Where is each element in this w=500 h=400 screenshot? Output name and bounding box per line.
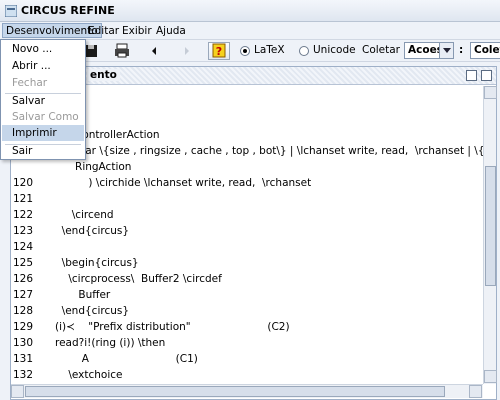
- window-title: CIRCUS REFINE: [21, 4, 115, 17]
- menu-ajuda[interactable]: Ajuda: [153, 24, 189, 39]
- code-line: 130 read?i!(ring (i)) \then: [13, 337, 166, 349]
- code-line: 123 \end{circus}: [13, 225, 130, 237]
- menu-exibir[interactable]: Exibir: [119, 24, 155, 39]
- help-question-icon: ?: [212, 43, 226, 58]
- horizontal-scrollbar[interactable]: [11, 384, 483, 398]
- menu-item-salvar[interactable]: Salvar: [2, 93, 84, 109]
- svg-text:?: ?: [216, 45, 222, 58]
- code-line: 132 \extchoice: [13, 369, 123, 381]
- menu-editar[interactable]: Editar: [85, 24, 122, 39]
- code-line: 133 B: [11, 373, 31, 384]
- code-line: 126 \circprocess\ Buffer2 \circdef: [13, 273, 222, 285]
- vertical-scrollbar[interactable]: [483, 86, 497, 384]
- back-toolbar-button[interactable]: [144, 42, 166, 60]
- help-toolbar-button[interactable]: ?: [208, 42, 230, 60]
- chevron-down-icon[interactable]: [439, 43, 453, 58]
- code-line: 122 \circend: [13, 209, 114, 221]
- acoes-combo[interactable]: Acoes: [404, 42, 454, 59]
- unicode-radio-label: Unicode: [313, 44, 356, 56]
- forward-toolbar-button[interactable]: [175, 42, 197, 60]
- minimize-icon[interactable]: [466, 70, 477, 81]
- code-line: 131 A (C1): [13, 353, 198, 365]
- code-line: 127 Buffer: [13, 289, 111, 301]
- coleta-combo[interactable]: Coleta: [470, 42, 500, 59]
- unicode-radio[interactable]: [299, 46, 309, 56]
- code-line: 124: [13, 241, 34, 253]
- latex-radio-label: LaTeX: [254, 44, 285, 56]
- code-line: 128 \end{circus}: [13, 305, 130, 317]
- printer-icon: [115, 43, 129, 58]
- app-icon: [5, 5, 17, 17]
- menu-item-fechar[interactable]: Fechar: [2, 75, 84, 91]
- menu-item-novo[interactable]: Novo ...: [2, 41, 84, 57]
- print-toolbar-button[interactable]: [111, 42, 133, 60]
- code-line: 120 ) \circhide \lchanset write, read, \…: [13, 177, 312, 189]
- menu-bar: Desenvolvimento Editar Exibir Ajuda: [0, 22, 500, 40]
- coleta-combo-value: Coleta: [474, 44, 500, 56]
- scroll-left-icon[interactable]: [11, 385, 24, 398]
- menu-item-imprimir[interactable]: Imprimir: [2, 125, 84, 141]
- code-line: 129 (i)≺ "Prefix distribution" (C2): [13, 321, 290, 333]
- desenvolvimento-menu: Novo ... Abrir ... Fechar Salvar Salvar …: [0, 39, 86, 160]
- scroll-up-icon[interactable]: [484, 86, 497, 99]
- vertical-scroll-thumb[interactable]: [485, 166, 496, 286]
- maximize-icon[interactable]: [481, 70, 492, 81]
- menu-item-salvar-como[interactable]: Salvar Como ...: [2, 109, 84, 135]
- colon-label: :: [459, 44, 464, 56]
- horizontal-scroll-thumb[interactable]: [25, 386, 445, 397]
- menu-item-sair[interactable]: Sair: [2, 143, 84, 159]
- acoes-combo-value: Acoes: [408, 44, 443, 56]
- code-line: 121: [13, 193, 34, 205]
- arrow-left-icon: [152, 47, 156, 55]
- title-bar: CIRCUS REFINE: [0, 0, 500, 22]
- latex-radio[interactable]: [240, 46, 250, 56]
- menu-item-abrir[interactable]: Abrir ...: [2, 58, 84, 74]
- code-line: 125 \begin{circus}: [13, 257, 139, 269]
- scroll-down-icon[interactable]: [484, 370, 497, 383]
- editor-frame-title: ento: [87, 69, 120, 81]
- coletar-label: Coletar: [362, 44, 401, 56]
- arrow-right-icon: [185, 47, 189, 55]
- scroll-right-icon[interactable]: [469, 385, 482, 398]
